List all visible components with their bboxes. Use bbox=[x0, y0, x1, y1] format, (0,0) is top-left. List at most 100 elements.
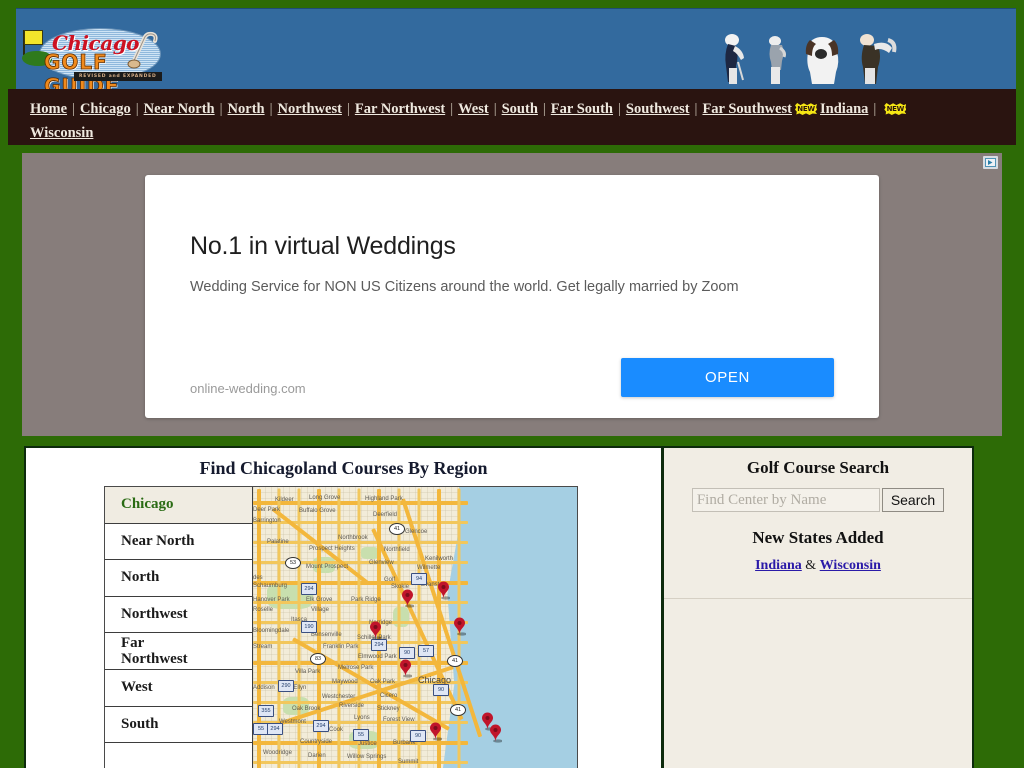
map-highway-shield: 83 bbox=[310, 653, 326, 665]
map-highway-shield: 294 bbox=[313, 720, 329, 732]
map-label: Barrington bbox=[253, 518, 281, 524]
nav-separator: | bbox=[450, 101, 454, 117]
map-highway-shield: 90 bbox=[399, 647, 415, 659]
nav-separator: | bbox=[694, 101, 698, 117]
map-course-marker[interactable] bbox=[453, 617, 466, 636]
search-button[interactable]: Search bbox=[881, 488, 945, 512]
map-label: Franklin Park bbox=[323, 644, 359, 650]
map-label: Elk Grove bbox=[306, 597, 333, 603]
search-heading: Golf Course Search bbox=[746, 458, 890, 477]
state-link-wisconsin[interactable]: Wisconsin bbox=[820, 558, 881, 573]
region-map-container: Chicago Near North North Northwest Far Northw… bbox=[104, 486, 578, 768]
map-label: Summit bbox=[398, 759, 419, 765]
map-course-marker[interactable] bbox=[369, 621, 382, 640]
map-label: Highland Park bbox=[365, 496, 403, 502]
nav-line-1: Home | Chicago | Near North | North | Northwest |… bbox=[30, 97, 1016, 121]
region-item-north[interactable]: North bbox=[105, 560, 252, 597]
map-park-area bbox=[393, 607, 409, 627]
main-content: Find Chicagoland Courses By Region Chica… bbox=[24, 446, 974, 768]
golfer-image-3 bbox=[794, 30, 848, 84]
new-states-links: Indiana & Wisconsin bbox=[664, 558, 972, 574]
ad-domain: online-wedding.com bbox=[190, 381, 306, 396]
adchoices-icon[interactable] bbox=[983, 156, 998, 169]
search-row: Search bbox=[664, 488, 972, 512]
state-link-indiana[interactable]: Indiana bbox=[755, 558, 802, 573]
states-separator: & bbox=[805, 558, 817, 573]
new-badge-icon: NEW bbox=[884, 103, 907, 115]
golfer-image-4 bbox=[852, 30, 898, 84]
nav-item-wisconsin[interactable]: Wisconsin bbox=[30, 125, 93, 141]
region-item-northwest[interactable]: Northwest bbox=[105, 596, 252, 634]
map-label: Willow Springs bbox=[347, 754, 387, 760]
region-item-south[interactable]: South bbox=[105, 706, 252, 744]
map-label: Darien bbox=[308, 753, 326, 759]
nav-item-northwest[interactable]: Northwest bbox=[278, 101, 342, 117]
nav-item-home[interactable]: Home bbox=[30, 101, 67, 117]
map-label: Justice bbox=[358, 741, 377, 747]
map-label: Forest View bbox=[383, 717, 415, 723]
map-label: Westmont bbox=[279, 719, 306, 725]
nav-item-southwest[interactable]: Southwest bbox=[626, 101, 690, 117]
nav-item-far-south[interactable]: Far South bbox=[551, 101, 613, 117]
map-label: Cicero bbox=[380, 693, 398, 699]
search-input[interactable] bbox=[691, 488, 880, 512]
map-label: Villa Park bbox=[295, 669, 321, 675]
region-item-far-northwest[interactable]: Far Northwest bbox=[105, 633, 252, 670]
nav-separator: | bbox=[493, 101, 497, 117]
map-label: Hanover Park bbox=[253, 597, 290, 603]
site-logo[interactable]: Chicago GOLF GUIDE REVISED and EXPANDED bbox=[22, 23, 170, 98]
map-label: Long Grove bbox=[309, 495, 341, 501]
nav-item-north[interactable]: North bbox=[228, 101, 265, 117]
main-navigation: Home | Chicago | Near North | North | Northwest |… bbox=[8, 89, 1016, 145]
map-label: Golf bbox=[384, 577, 396, 583]
nav-separator: | bbox=[617, 101, 621, 117]
map-label: Village bbox=[311, 607, 329, 613]
nav-separator: | bbox=[346, 101, 350, 117]
nav-item-south[interactable]: South bbox=[502, 101, 538, 117]
region-item-chicago[interactable]: Chicago bbox=[105, 487, 252, 524]
map-course-marker[interactable] bbox=[429, 722, 442, 741]
map-highway-shield: 57 bbox=[418, 645, 434, 657]
region-item-west[interactable]: West bbox=[105, 669, 252, 707]
ad-open-button[interactable]: OPEN bbox=[621, 358, 834, 397]
chicago-map[interactable]: Long Grove Highland Park Buffalo Grove Deer… bbox=[252, 487, 577, 768]
map-road bbox=[253, 761, 468, 764]
map-label: Kildeer bbox=[275, 497, 294, 503]
nav-item-chicago[interactable]: Chicago bbox=[80, 101, 131, 117]
nav-item-near-north[interactable]: Near North bbox=[144, 101, 215, 117]
map-label: Kenilworth bbox=[425, 556, 454, 562]
map-label: Glenview bbox=[369, 560, 394, 566]
nav-separator: | bbox=[269, 101, 273, 117]
map-label: Roselle bbox=[253, 607, 274, 613]
page-title: Find Chicagoland Courses By Region bbox=[199, 458, 488, 478]
nav-item-far-southwest[interactable]: Far Southwest bbox=[702, 101, 792, 117]
map-label: Westchester bbox=[322, 694, 356, 700]
map-highway-shield: 94 bbox=[411, 573, 427, 585]
golfer-image-1 bbox=[718, 32, 756, 84]
ad-card[interactable]: No.1 in virtual Weddings Wedding Service… bbox=[145, 175, 879, 418]
map-label: Prospect Heights bbox=[309, 546, 355, 552]
nav-item-far-northwest[interactable]: Far Northwest bbox=[355, 101, 445, 117]
map-label: Buffalo Grove bbox=[299, 508, 336, 514]
map-road bbox=[253, 641, 468, 644]
map-highway-shield: 55 bbox=[353, 729, 369, 741]
sidebar-divider bbox=[664, 598, 972, 599]
map-course-marker[interactable] bbox=[437, 581, 450, 600]
region-item-near-north[interactable]: Near North bbox=[105, 523, 252, 561]
map-road bbox=[253, 621, 468, 624]
map-label: Riverside bbox=[339, 703, 365, 709]
map-label: Mount Prospect bbox=[306, 564, 349, 570]
map-label: Melrose Park bbox=[338, 665, 374, 671]
nav-item-west[interactable]: West bbox=[458, 101, 489, 117]
map-highway-shield: 41 bbox=[450, 704, 466, 716]
map-label: Addison bbox=[253, 685, 275, 691]
map-course-marker[interactable] bbox=[401, 589, 414, 608]
map-label: Bloomingdale bbox=[253, 628, 290, 634]
map-label: Elmwood Park bbox=[358, 654, 397, 660]
nav-line-2: Wisconsin bbox=[30, 121, 1016, 145]
map-label: Park Ridge bbox=[351, 597, 381, 603]
map-course-marker[interactable] bbox=[489, 724, 502, 743]
map-course-marker[interactable] bbox=[399, 659, 412, 678]
nav-item-indiana[interactable]: Indiana bbox=[820, 101, 868, 117]
new-states-heading: New States Added bbox=[752, 528, 884, 547]
